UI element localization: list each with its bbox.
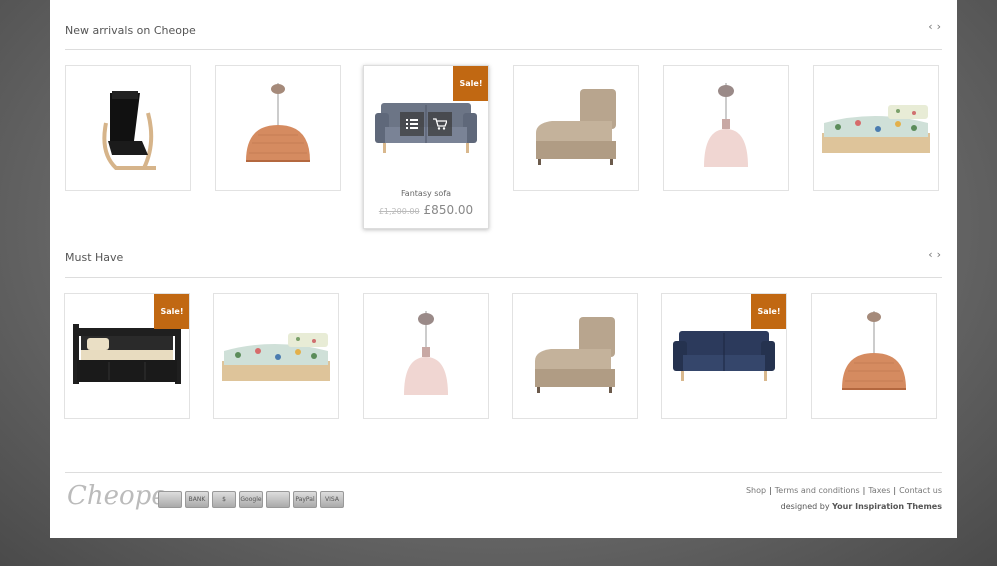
prev-arrow-icon[interactable]: ‹: [928, 20, 936, 33]
sale-price: £850.00: [423, 203, 474, 217]
product-hover-actions: [400, 112, 452, 136]
product-image[interactable]: [214, 294, 338, 418]
product-card[interactable]: [65, 65, 191, 191]
add-to-cart-icon[interactable]: [428, 112, 452, 136]
credit-prefix: designed by: [780, 502, 830, 511]
product-card[interactable]: Sale!: [64, 293, 190, 419]
footer-divider: [65, 472, 942, 473]
section-title-must-have: Must Have: [65, 251, 124, 264]
footer-credit: designed by Your Inspiration Themes: [781, 502, 942, 511]
google-checkout-icon: Google: [239, 491, 263, 508]
product-image[interactable]: [513, 294, 637, 418]
credit-card-icon: [158, 491, 182, 508]
page-container: New arrivals on Cheope ‹› Sale! Fantasy s…: [50, 0, 957, 538]
sale-badge: Sale!: [751, 294, 786, 329]
product-card[interactable]: Sale!: [661, 293, 787, 419]
footer-link-contact[interactable]: Contact us: [899, 486, 942, 495]
product-card[interactable]: [512, 293, 638, 419]
product-card[interactable]: [663, 65, 789, 191]
product-image[interactable]: [514, 66, 638, 190]
footer-links: Shop | Terms and conditions | Taxes | Contact …: [746, 486, 942, 495]
paypal-icon: PayPal: [293, 491, 317, 508]
product-image[interactable]: [66, 66, 190, 190]
separator: |: [893, 486, 897, 495]
product-card[interactable]: [213, 293, 339, 419]
sale-badge: Sale!: [154, 294, 189, 329]
product-card[interactable]: Sale! Fantasy sofa £1,200.00 £850.00: [363, 65, 489, 229]
cash-icon: $: [212, 491, 236, 508]
product-card[interactable]: [813, 65, 939, 191]
footer-logo[interactable]: Cheope: [67, 481, 167, 511]
product-image[interactable]: [814, 66, 938, 190]
footer-link-taxes[interactable]: Taxes: [868, 486, 890, 495]
carousel-nav-1: ‹›: [928, 20, 945, 33]
product-card[interactable]: [811, 293, 937, 419]
separator: |: [862, 486, 866, 495]
carousel-nav-2: ‹›: [928, 248, 945, 261]
footer-link-shop[interactable]: Shop: [746, 486, 766, 495]
divider: [65, 49, 942, 50]
product-card[interactable]: [215, 65, 341, 191]
product-name[interactable]: Fantasy sofa: [364, 189, 488, 198]
footer-link-terms[interactable]: Terms and conditions: [775, 486, 860, 495]
product-image[interactable]: [664, 66, 788, 190]
product-card[interactable]: [363, 293, 489, 419]
product-image[interactable]: [812, 294, 936, 418]
details-list-icon[interactable]: [400, 112, 424, 136]
bank-icon: BANK: [185, 491, 209, 508]
product-card[interactable]: [513, 65, 639, 191]
prev-arrow-icon[interactable]: ‹: [928, 248, 936, 261]
separator: |: [769, 486, 772, 495]
visa-icon: VISA: [320, 491, 344, 508]
sale-badge: Sale!: [453, 66, 488, 101]
next-arrow-icon[interactable]: ›: [937, 20, 945, 33]
mastercard-icon: [266, 491, 290, 508]
product-image[interactable]: [364, 294, 488, 418]
product-price: £1,200.00 £850.00: [364, 203, 488, 217]
next-arrow-icon[interactable]: ›: [937, 248, 945, 261]
payment-icons: BANK $ Google PayPal VISA: [158, 491, 344, 508]
product-image[interactable]: [216, 66, 340, 190]
divider: [65, 277, 942, 278]
credit-link[interactable]: Your Inspiration Themes: [832, 502, 942, 511]
section-title-new-arrivals: New arrivals on Cheope: [65, 24, 196, 37]
old-price: £1,200.00: [378, 207, 420, 216]
